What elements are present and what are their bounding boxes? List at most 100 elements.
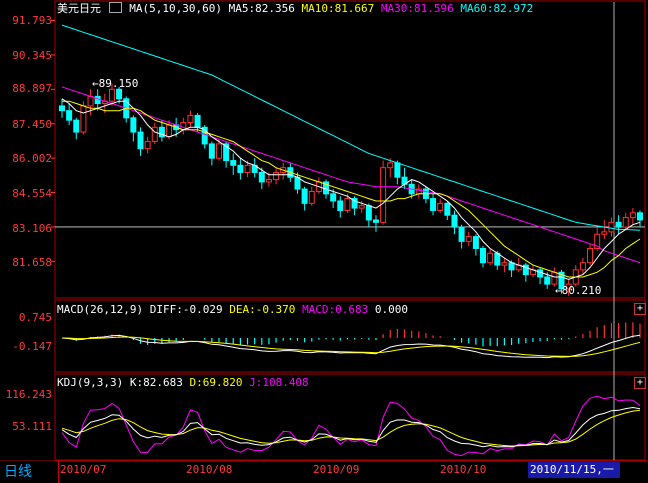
candle-body <box>187 114 194 124</box>
candle-body <box>144 141 151 150</box>
candle-body <box>615 221 622 228</box>
macd-label[interactable]: MACD(26,12,9) <box>57 303 143 316</box>
kdj-legend: KDJ(9,3,3) K:82.683 D:69.820 J:108.408 <box>57 376 309 389</box>
ma30-value: MA30:81.596 <box>380 2 454 15</box>
candle-body <box>237 164 244 173</box>
candle-body <box>337 200 344 211</box>
kdj-j-line <box>61 395 641 457</box>
price-tick-7: 81.658 <box>12 256 52 269</box>
macd-diff: DIFF:-0.029 <box>149 303 223 316</box>
candle-body <box>265 179 272 183</box>
candle-body <box>301 188 308 204</box>
candle-body <box>372 219 379 223</box>
candle-body <box>258 171 265 183</box>
candle-body <box>380 167 387 223</box>
candle-body <box>59 105 65 112</box>
ma-label[interactable]: MA(5,10,30,60) <box>129 2 222 15</box>
candle-body <box>94 95 101 105</box>
candle-body <box>501 262 508 266</box>
candle-body <box>358 205 365 209</box>
macd-extra: 0.000 <box>374 303 409 316</box>
candle-body <box>537 269 544 278</box>
price-tick-0: 91.793 <box>12 14 52 27</box>
candle-body <box>394 162 401 178</box>
high-arrow-icon: ← <box>92 77 99 90</box>
main-panel-frame <box>54 0 646 299</box>
candle-body <box>66 110 73 121</box>
candle-body <box>208 143 215 159</box>
ma-icon[interactable] <box>108 2 122 13</box>
date-tick-2: 2010/09 <box>313 463 360 476</box>
kdj-label[interactable]: KDJ(9,3,3) <box>57 376 123 389</box>
candle-body <box>629 212 636 219</box>
candle-body <box>472 236 479 249</box>
macd-expand-button[interactable]: + <box>634 303 646 315</box>
candle-body <box>487 252 494 264</box>
candle-body <box>608 221 615 233</box>
date-tick-3: 2010/10 <box>440 463 487 476</box>
candle-body <box>601 231 608 235</box>
candle-body <box>458 226 465 242</box>
candle-body <box>108 88 115 102</box>
macd-tick-1: -0.147 <box>12 340 52 353</box>
candle-body <box>194 114 201 128</box>
candle-body <box>451 214 458 228</box>
low-value: 80.210 <box>561 284 602 297</box>
macd-dea-line <box>61 336 641 357</box>
price-tick-2: 88.897 <box>12 82 52 95</box>
candle-body <box>437 202 444 211</box>
candle-body <box>116 88 123 100</box>
candle-body <box>80 105 87 133</box>
ma60-value: MA60:82.972 <box>460 2 534 15</box>
candle-body <box>330 193 337 202</box>
candle-body <box>215 143 222 159</box>
candle-body <box>480 247 487 264</box>
price-tick-3: 87.450 <box>12 118 52 131</box>
date-tick-0: 2010/07 <box>60 463 107 476</box>
candle-body <box>294 176 301 190</box>
macd-legend: MACD(26,12,9) DIFF:-0.029 DEA:-0.370 MAC… <box>57 303 408 316</box>
candle-body <box>544 276 551 285</box>
candle-body <box>622 217 629 228</box>
high-value: 89.150 <box>98 77 139 90</box>
price-tick-1: 90.345 <box>12 49 52 62</box>
candle-body <box>465 236 472 242</box>
high-annotation: ←89.150 <box>92 77 138 90</box>
low-arrow-icon: ← <box>555 284 562 297</box>
candle-body <box>365 205 372 221</box>
candle-body <box>273 171 280 181</box>
date-tick-1: 2010/08 <box>186 463 233 476</box>
low-annotation: ←80.210 <box>555 284 601 297</box>
candle-body <box>344 198 351 211</box>
kdj-tick-0: 116.243 <box>5 388 52 401</box>
candle-body <box>230 160 237 166</box>
kdj-d: D:69.820 <box>189 376 243 389</box>
kdj-expand-button[interactable]: + <box>634 377 646 389</box>
kdj-k: K:82.683 <box>129 376 183 389</box>
candle-body <box>444 202 451 216</box>
candle-body <box>494 252 501 266</box>
chart-canvas <box>0 0 648 462</box>
candle-body <box>430 198 437 211</box>
price-tick-5: 84.554 <box>12 187 52 200</box>
ma5-value: MA5:82.356 <box>228 2 295 15</box>
candle-body <box>87 95 94 107</box>
candle-body <box>244 164 251 173</box>
candle-body <box>151 126 158 143</box>
candle-body <box>587 247 594 264</box>
candle-body <box>308 190 315 204</box>
price-tick-4: 86.002 <box>12 152 52 165</box>
candle-body <box>579 262 586 271</box>
ma60-line <box>61 24 641 231</box>
ma10-value: MA10:81.667 <box>301 2 375 15</box>
candle-body <box>166 124 173 138</box>
candle-body <box>387 162 394 169</box>
kdj-tick-1: 53.111 <box>12 420 52 433</box>
ma5-line <box>61 98 641 280</box>
cursor-date-label: 2010/11/15,一 <box>528 462 620 478</box>
candle-body <box>130 117 137 133</box>
period-tab-daily[interactable]: 日线 <box>0 461 59 483</box>
main-legend: 美元日元 MA(5,10,30,60) MA5:82.356 MA10:81.6… <box>57 2 533 15</box>
candle-body <box>73 119 80 133</box>
candle-body <box>137 131 144 150</box>
